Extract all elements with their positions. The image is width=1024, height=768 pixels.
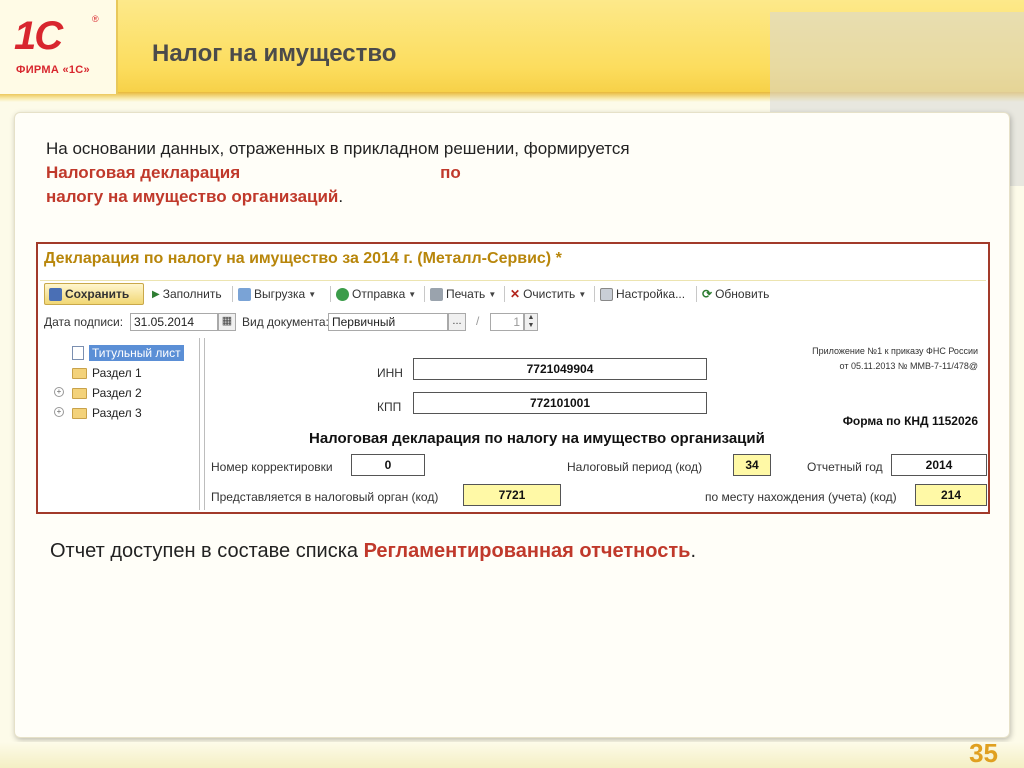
- correction-label: Номер корректировки: [211, 460, 333, 474]
- chevron-down-icon: ▼: [308, 289, 317, 299]
- clear-button[interactable]: ✕ Очистить ▼: [510, 283, 586, 305]
- close-icon: ✕: [510, 287, 521, 301]
- sign-date-label: Дата подписи:: [44, 315, 124, 329]
- intro-part1: На основании данных, отраженных в прикла…: [46, 139, 630, 158]
- number-input[interactable]: 1: [490, 313, 524, 331]
- print-button[interactable]: Печать ▼: [430, 283, 496, 305]
- bottom-strip: [0, 742, 1024, 768]
- settings-label: Настройка...: [616, 287, 686, 301]
- refresh-icon: ⟳: [702, 287, 713, 301]
- print-label: Печать: [446, 287, 486, 301]
- calendar-icon[interactable]: ▦: [218, 313, 236, 331]
- spinner-icon[interactable]: ▲ ▼: [524, 313, 538, 331]
- clear-label: Очистить: [523, 287, 576, 301]
- printer-icon: [430, 287, 443, 301]
- appendix-line-1: Приложение №1 к приказу ФНС России: [812, 346, 978, 356]
- fill-button[interactable]: ▶ Заполнить: [152, 283, 222, 305]
- doc-type-label: Вид документа:: [242, 315, 329, 329]
- send-button[interactable]: Отправка ▼: [336, 283, 416, 305]
- document-icon: [72, 346, 84, 360]
- expand-icon[interactable]: +: [54, 387, 64, 397]
- declaration-form: Приложение №1 к приказу ФНС России от 05…: [204, 338, 987, 510]
- section-tree: Титульный лист Раздел 1 + Раздел 2 + Раз…: [42, 338, 200, 510]
- location-code-label: по месту нахождения (учета) (код): [705, 490, 897, 504]
- app-window-title: Декларация по налогу на имущество за 201…: [44, 250, 562, 267]
- tree-item-label: Раздел 3: [92, 406, 142, 420]
- settings-button[interactable]: Настройка...: [600, 283, 685, 305]
- folder-icon: [72, 407, 87, 419]
- intro-highlight-tax: налогу на имущество организаций: [46, 187, 339, 206]
- footer-part1: Отчет доступен в составе списка: [50, 540, 364, 562]
- tree-item-label: Раздел 2: [92, 386, 142, 400]
- kpp-field[interactable]: 772101001: [413, 392, 707, 414]
- refresh-label: Обновить: [715, 287, 770, 301]
- report-year-field[interactable]: 2014: [891, 454, 987, 476]
- appendix-line-2: от 05.11.2013 № ММВ-7-11/478@: [839, 361, 978, 371]
- floppy-disk-icon: [49, 287, 62, 301]
- sign-date-input[interactable]: 31.05.2014: [130, 313, 218, 331]
- page-number: 35: [969, 738, 998, 768]
- fill-label: Заполнить: [162, 287, 222, 301]
- refresh-button[interactable]: ⟳ Обновить: [702, 283, 769, 305]
- page-title: Налог на имущество: [152, 40, 397, 67]
- kpp-label: КПП: [377, 400, 402, 414]
- fields-row: Дата подписи: 31.05.2014 ▦ Вид документа…: [40, 310, 986, 334]
- globe-icon: [336, 287, 349, 301]
- declaration-title: Налоговая декларация по налогу на имущес…: [309, 430, 765, 447]
- intro-period: .: [338, 187, 344, 206]
- chevron-down-icon: ▼: [578, 289, 587, 299]
- expand-icon[interactable]: +: [54, 407, 64, 417]
- tax-period-field[interactable]: 34: [733, 454, 771, 476]
- export-icon: [238, 287, 251, 301]
- play-icon: ▶: [152, 288, 160, 300]
- tree-item-section-3[interactable]: Раздел 3: [72, 404, 142, 422]
- report-year-label: Отчетный год: [807, 460, 883, 474]
- select-dots-button[interactable]: ...: [448, 313, 466, 331]
- logo: 1С ® ФИРМА «1С»: [0, 0, 118, 94]
- intro-highlight-po: по: [440, 163, 461, 182]
- chevron-down-icon: ▼: [488, 289, 497, 299]
- settings-icon: [600, 287, 613, 301]
- slash-separator: /: [476, 314, 480, 328]
- save-label: Сохранить: [65, 287, 130, 301]
- tree-item-label: Раздел 1: [92, 366, 142, 380]
- inn-field[interactable]: 7721049904: [413, 358, 707, 380]
- tree-item-label: Титульный лист: [89, 345, 184, 361]
- footer-text: Отчет доступен в составе списка Регламен…: [50, 540, 696, 563]
- tree-item-section-2[interactable]: Раздел 2: [72, 384, 142, 402]
- save-button[interactable]: Сохранить: [44, 283, 144, 305]
- tree-item-title-page[interactable]: Титульный лист: [72, 344, 184, 362]
- intro-text: На основании данных, отраженных в прикла…: [46, 137, 686, 209]
- footer-period: .: [690, 540, 696, 562]
- export-button[interactable]: Выгрузка ▼: [238, 283, 316, 305]
- tax-period-label: Налоговый период (код): [567, 460, 703, 474]
- location-code-field[interactable]: 214: [915, 484, 987, 506]
- tree-item-section-1[interactable]: Раздел 1: [72, 364, 142, 382]
- intro-highlight-declaration: Налоговая декларация: [46, 163, 241, 182]
- correction-field[interactable]: 0: [351, 454, 425, 476]
- export-label: Выгрузка: [254, 287, 306, 301]
- app-toolbar: Сохранить ▶ Заполнить Выгрузка ▼ Отправк…: [40, 280, 986, 306]
- chevron-down-icon: ▼: [408, 289, 417, 299]
- app-screenshot: Декларация по налогу на имущество за 201…: [36, 242, 990, 514]
- appendix-note: Приложение №1 к приказу ФНС России от 05…: [812, 344, 978, 374]
- send-label: Отправка: [352, 287, 406, 301]
- tax-authority-field[interactable]: 7721: [463, 484, 561, 506]
- folder-icon: [72, 387, 87, 399]
- footer-highlight: Регламентированная отчетность: [363, 540, 691, 562]
- tax-authority-label: Представляется в налоговый орган (код): [211, 490, 439, 504]
- folder-icon: [72, 367, 87, 379]
- logo-registered: ®: [92, 14, 99, 24]
- logo-mark: 1С: [14, 14, 63, 58]
- logo-firm-name: ФИРМА «1С»: [16, 64, 90, 76]
- knd-form-code: Форма по КНД 1152026: [842, 414, 978, 428]
- doc-type-select[interactable]: Первичный: [328, 313, 448, 331]
- inn-label: ИНН: [377, 366, 403, 380]
